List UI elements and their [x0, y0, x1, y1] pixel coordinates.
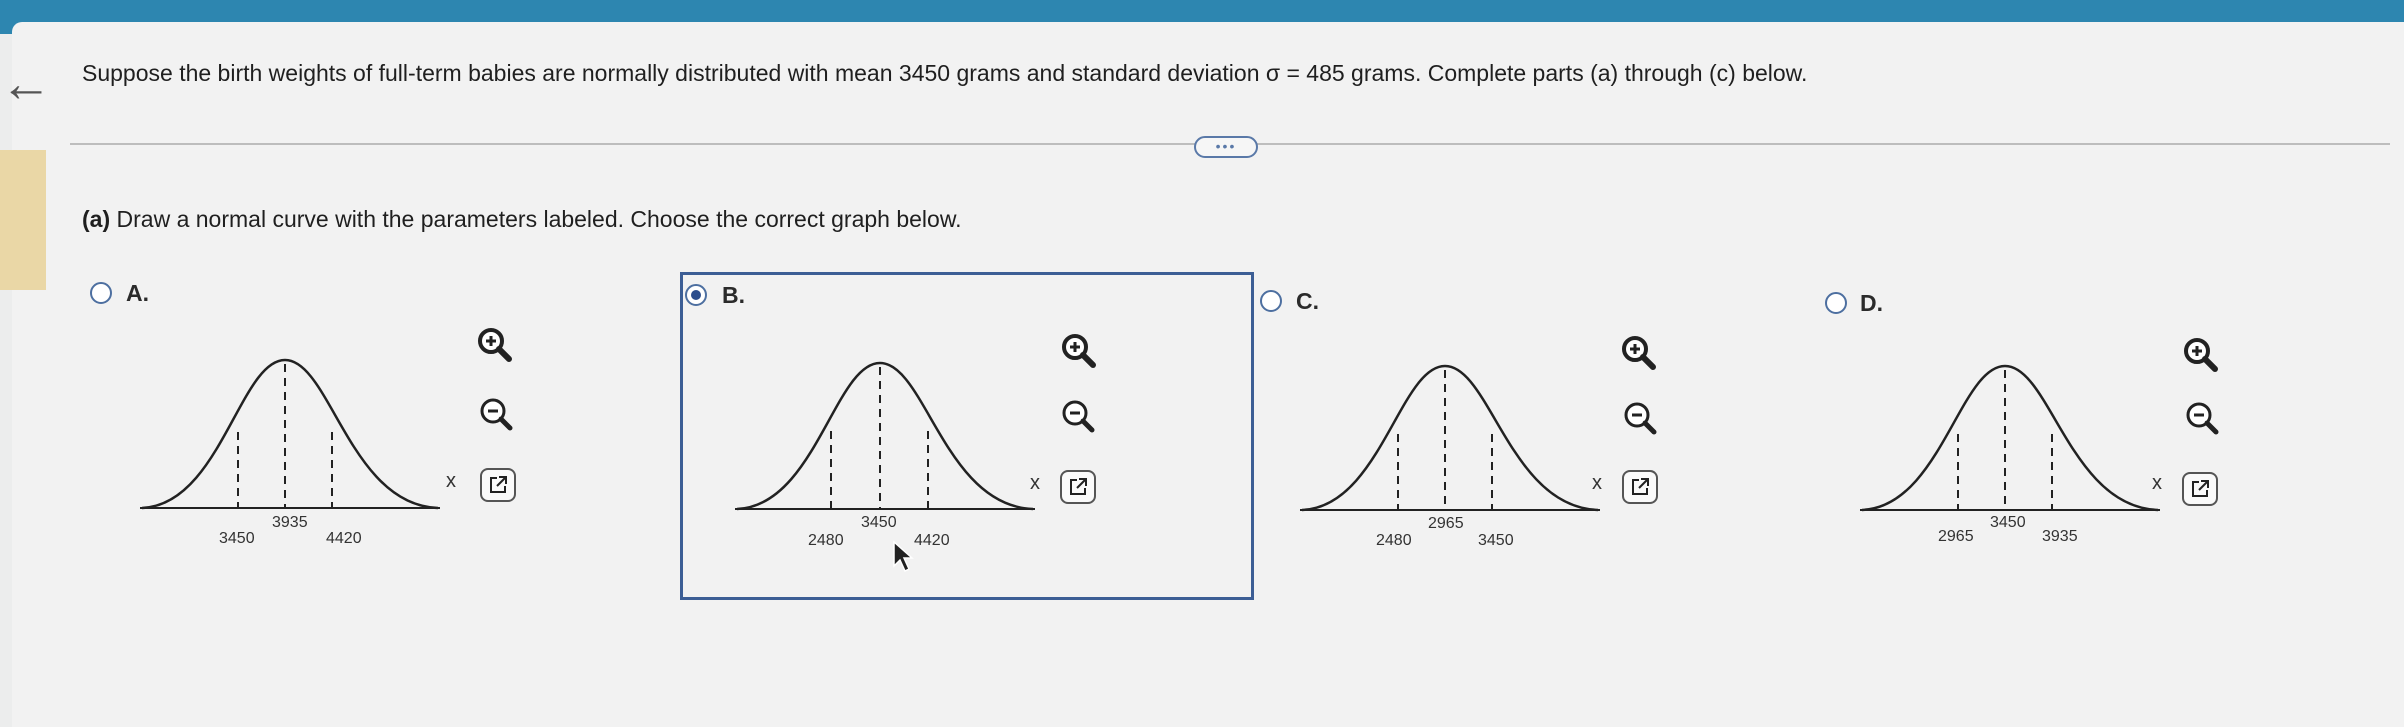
part-a-prefix: (a) [82, 206, 111, 232]
external-link-icon[interactable] [1622, 470, 1658, 504]
sigma-symbol: σ [1265, 60, 1281, 86]
option-b-label: B. [722, 282, 745, 308]
option-d-graph [1860, 364, 2160, 512]
zoom-out-icon[interactable] [476, 394, 516, 434]
back-arrow-icon[interactable]: ← [0, 58, 52, 110]
normal-curve [736, 361, 1034, 511]
option-b-tick-mid: 3450 [861, 514, 897, 531]
option-a-tick-left: 3450 [219, 530, 255, 547]
option-b-graph [735, 361, 1035, 511]
option-c-axis-label: x [1592, 472, 1602, 494]
external-link-icon[interactable] [2182, 472, 2218, 506]
part-a-instruction: (a) Draw a normal curve with the paramet… [82, 206, 962, 233]
option-d-tick-left: 2965 [1938, 528, 1974, 545]
zoom-in-icon[interactable] [2180, 334, 2220, 374]
zoom-out-icon[interactable] [2182, 398, 2222, 438]
option-c-tick-left: 2480 [1376, 532, 1412, 549]
zoom-out-icon[interactable] [1058, 396, 1098, 436]
option-c-label: C. [1296, 288, 1319, 314]
normal-curve [1301, 364, 1599, 512]
zoom-in-icon[interactable] [474, 324, 514, 364]
option-b-tick-left: 2480 [808, 532, 844, 549]
external-link-icon[interactable] [480, 468, 516, 502]
option-b-tick-right: 4420 [914, 532, 950, 549]
option-c-tick-mid: 2965 [1428, 515, 1464, 532]
part-a-text: Draw a normal curve with the parameters … [110, 206, 962, 232]
option-d-axis-label: x [2152, 472, 2162, 494]
normal-curve [141, 358, 439, 510]
zoom-in-icon[interactable] [1058, 330, 1098, 370]
option-d-label: D. [1860, 290, 1883, 316]
external-link-icon[interactable] [1060, 470, 1096, 504]
question-text: Suppose the birth weights of full-term b… [82, 60, 1807, 87]
option-a-radio[interactable] [90, 282, 112, 304]
option-b-radio[interactable] [685, 284, 707, 306]
question-text-part1: Suppose the birth weights of full-term b… [82, 60, 1266, 86]
more-button[interactable]: ••• [1194, 136, 1258, 158]
option-b-axis-label: x [1030, 472, 1040, 494]
option-a-graph [140, 358, 440, 510]
option-d-tick-right: 3935 [2042, 528, 2078, 545]
left-highlight-strip [0, 150, 46, 290]
option-c-radio[interactable] [1260, 290, 1282, 312]
question-text-part2: = 485 grams. Complete parts (a) through … [1280, 60, 1808, 86]
zoom-out-icon[interactable] [1620, 398, 1660, 438]
zoom-in-icon[interactable] [1618, 332, 1658, 372]
option-c-graph [1300, 364, 1600, 512]
option-a-tick-right: 4420 [326, 530, 362, 547]
option-a-label: A. [126, 280, 149, 306]
option-d-tick-mid: 3450 [1990, 514, 2026, 531]
option-d-radio[interactable] [1825, 292, 1847, 314]
normal-curve [1861, 364, 2159, 512]
option-c-tick-right: 3450 [1478, 532, 1514, 549]
mouse-cursor-icon [893, 540, 914, 573]
option-a-axis-label: x [446, 470, 456, 492]
option-a-tick-mid: 3935 [272, 514, 308, 531]
